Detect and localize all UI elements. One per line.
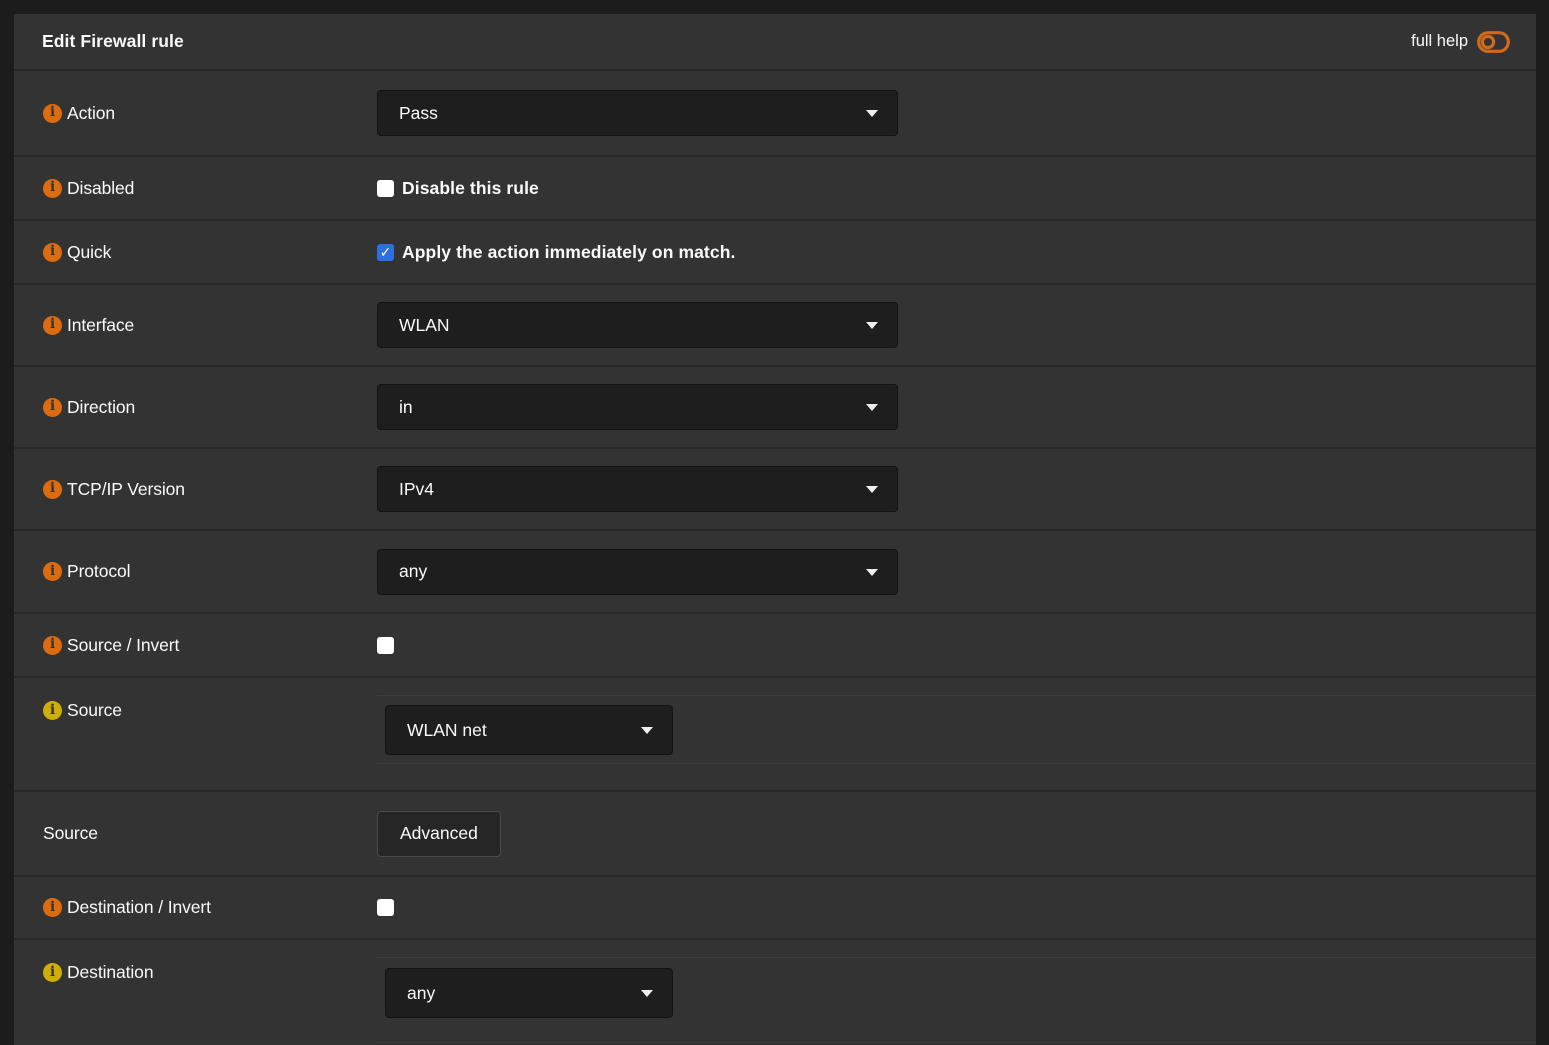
info-circle-icon[interactable] [43,104,62,123]
select-value: WLAN net [407,720,487,741]
select-value: Pass [399,103,438,124]
select-value: WLAN [399,315,450,336]
field-label: Direction [67,397,135,418]
field-row-source-invert: Source / Invert [14,612,1536,676]
select-value: in [399,397,413,418]
caret-down-icon [641,990,653,997]
field-label-cell: Source [14,823,377,844]
field-label-cell: Protocol [14,561,377,582]
panel-header: Edit Firewall rule full help [14,14,1536,69]
field-row-tcpip-version: TCP/IP Version IPv4 [14,447,1536,529]
info-circle-icon[interactable] [43,898,62,917]
field-label: Quick [67,242,111,263]
info-circle-icon[interactable] [43,480,62,499]
info-circle-icon[interactable] [43,562,62,581]
select-value: any [407,983,435,1004]
info-circle-icon[interactable] [43,398,62,417]
field-row-direction: Direction in [14,365,1536,447]
field-label: Protocol [67,561,130,582]
page-title: Edit Firewall rule [42,31,184,52]
field-row-source-advanced: Source Advanced [14,790,1536,875]
field-label: Disabled [67,178,134,199]
tcpip-version-select[interactable]: IPv4 [377,466,898,512]
field-row-destination: Destination any [14,938,1536,1045]
info-circle-icon[interactable] [43,636,62,655]
field-label: TCP/IP Version [67,479,185,500]
field-label: Source [43,823,98,844]
field-label: Interface [67,315,134,336]
checkbox-label: Apply the action immediately on match. [402,242,735,263]
select-value: any [399,561,427,582]
toggle-off-icon [1477,31,1510,53]
field-label: Source [67,700,122,721]
destination-subtable: any [377,957,1536,1043]
source-advanced-button[interactable]: Advanced [377,811,501,857]
info-circle-icon[interactable] [43,243,62,262]
field-label: Source / Invert [67,635,179,656]
caret-down-icon [866,569,878,576]
source-select[interactable]: WLAN net [385,705,673,755]
interface-select[interactable]: WLAN [377,302,898,348]
protocol-select[interactable]: any [377,549,898,595]
field-label-cell: Direction [14,397,377,418]
action-select[interactable]: Pass [377,90,898,136]
checkbox-label: Disable this rule [402,178,539,199]
field-row-protocol: Protocol any [14,529,1536,612]
field-label: Destination [67,962,153,983]
field-label-cell: TCP/IP Version [14,479,377,500]
field-row-action: Action Pass [14,69,1536,155]
info-circle-icon[interactable] [43,179,62,198]
field-row-source: Source WLAN net [14,676,1536,790]
destination-select[interactable]: any [385,968,673,1018]
quick-checkbox[interactable] [377,244,394,261]
caret-down-icon [866,404,878,411]
info-circle-icon[interactable] [43,963,62,982]
field-row-disabled: Disabled Disable this rule [14,155,1536,219]
caret-down-icon [641,727,653,734]
disabled-checkbox[interactable] [377,180,394,197]
field-label-cell: Action [14,103,377,124]
field-label: Action [67,103,115,124]
field-label-cell: Source [14,678,377,721]
field-label-cell: Disabled [14,178,377,199]
field-row-destination-invert: Destination / Invert [14,875,1536,938]
destination-invert-checkbox[interactable] [377,899,394,916]
direction-select[interactable]: in [377,384,898,430]
field-label-cell: Interface [14,315,377,336]
field-label: Destination / Invert [67,897,211,918]
field-label-cell: Source / Invert [14,635,377,656]
source-invert-checkbox[interactable] [377,637,394,654]
caret-down-icon [866,322,878,329]
field-row-interface: Interface WLAN [14,283,1536,365]
info-circle-icon[interactable] [43,316,62,335]
field-label-cell: Quick [14,242,377,263]
field-label-cell: Destination [14,940,377,983]
edit-firewall-rule-panel: Edit Firewall rule full help Action Pass… [14,14,1536,1045]
field-row-quick: Quick Apply the action immediately on ma… [14,219,1536,283]
caret-down-icon [866,486,878,493]
full-help-toggle[interactable]: full help [1411,31,1510,53]
full-help-label: full help [1411,32,1468,51]
source-subtable: WLAN net [377,695,1536,764]
select-value: IPv4 [399,479,434,500]
info-circle-icon[interactable] [43,701,62,720]
field-label-cell: Destination / Invert [14,897,377,918]
caret-down-icon [866,110,878,117]
